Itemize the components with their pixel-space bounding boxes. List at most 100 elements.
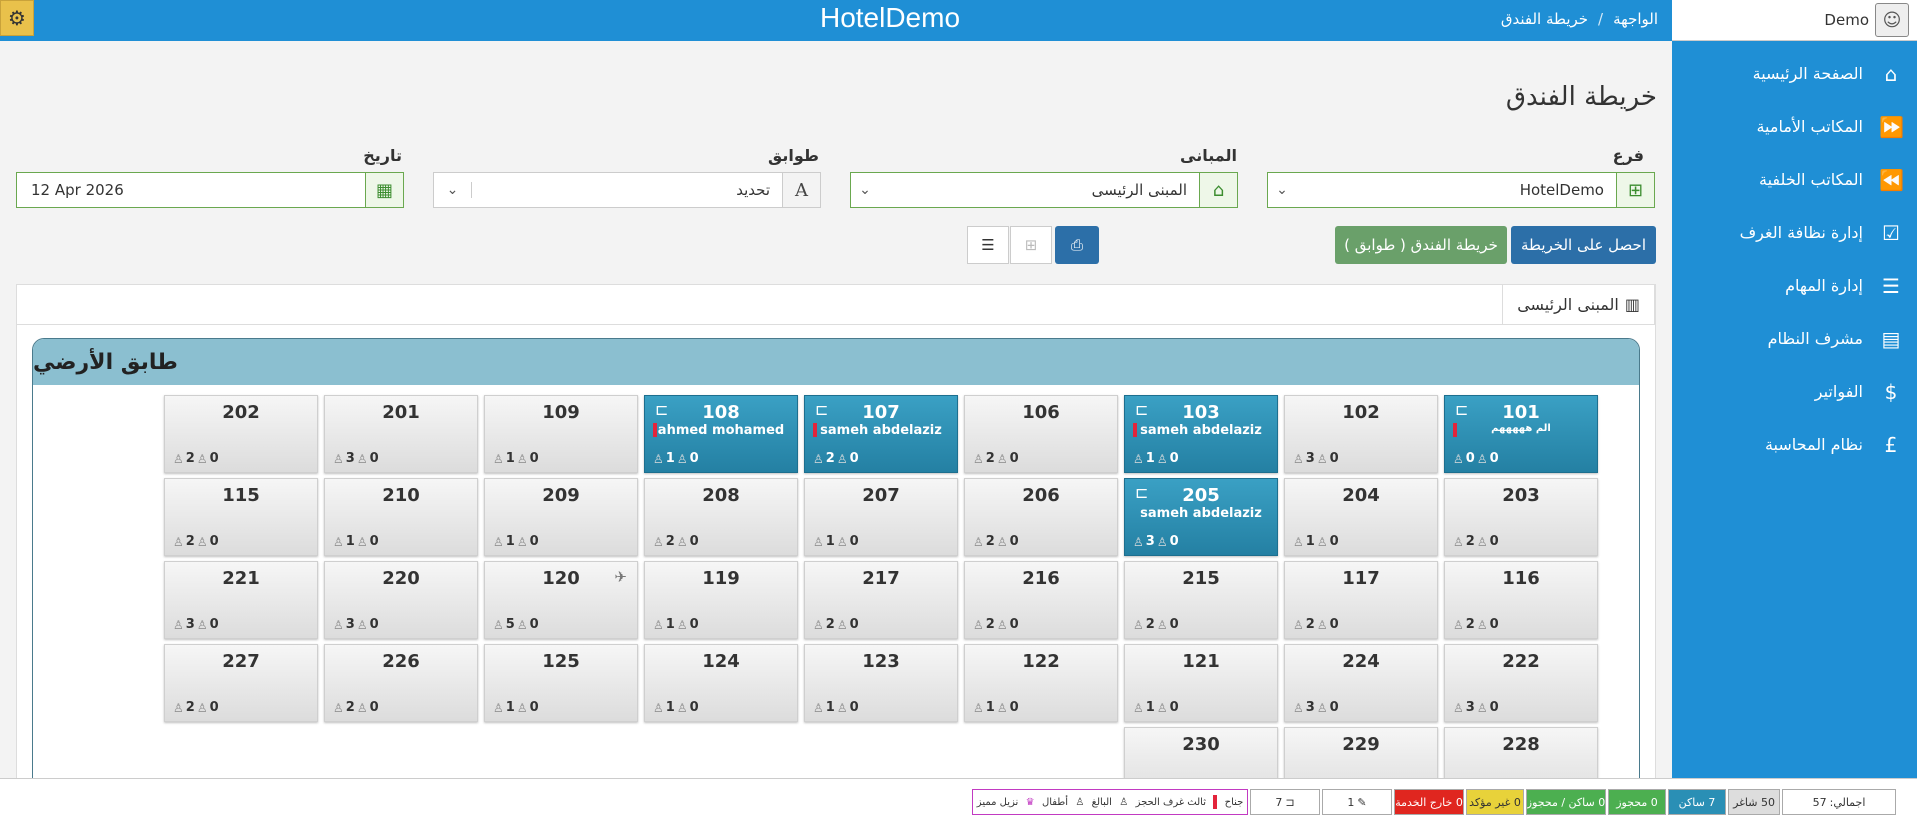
sidebar-item[interactable]: المكاتب الأمامية ⏩ bbox=[1672, 100, 1917, 153]
kid-icon: ♙ bbox=[356, 700, 368, 715]
sidebar-item[interactable]: إدارة المهام ☰ bbox=[1672, 259, 1917, 312]
branch-select[interactable]: ⌄ HotelDemo ⊞ bbox=[1267, 172, 1655, 208]
room-counts: ♙ 1 ♙ 0 bbox=[973, 700, 1019, 715]
door-icon: ⊏ bbox=[815, 400, 829, 419]
room-card[interactable]: 202 ♙ 2 ♙ 0 bbox=[164, 395, 318, 473]
total-value: 57 bbox=[1812, 795, 1827, 809]
adult-icon: ♙ bbox=[493, 700, 504, 715]
adult-icon: ♙ bbox=[1119, 796, 1129, 808]
room-card[interactable]: 124 ♙ 1 ♙ 0 bbox=[644, 644, 798, 722]
room-card[interactable]: 205 ⊏ sameh abdelaziz ♙ 3 ♙ 0 bbox=[1124, 478, 1278, 556]
gear-icon[interactable]: ⚙ bbox=[0, 0, 34, 36]
print-button[interactable]: ⎙ bbox=[1055, 226, 1099, 264]
room-card[interactable]: 107 ⊏ sameh abdelaziz ♙ 2 ♙ 0 bbox=[804, 395, 958, 473]
room-number: 207 bbox=[862, 485, 900, 506]
sidebar-item[interactable]: الصفحة الرئيسية ⌂ bbox=[1672, 47, 1917, 100]
room-card[interactable]: 217 ♙ 2 ♙ 0 bbox=[804, 561, 958, 639]
adult-count: 1 bbox=[1305, 534, 1315, 549]
room-card[interactable]: 106 ♙ 2 ♙ 0 bbox=[964, 395, 1118, 473]
sidebar-item[interactable]: مشرف النظام ▤ bbox=[1672, 312, 1917, 365]
room-card[interactable]: 215 ♙ 2 ♙ 0 bbox=[1124, 561, 1278, 639]
get-map-button[interactable]: احصل على الخريطة bbox=[1511, 226, 1656, 264]
list-icon: ☰ bbox=[981, 236, 995, 254]
room-card[interactable]: 122 ♙ 1 ♙ 0 bbox=[964, 644, 1118, 722]
room-card[interactable]: 204 ♙ 1 ♙ 0 bbox=[1284, 478, 1438, 556]
kid-icon: ♙ bbox=[356, 534, 368, 549]
room-card[interactable]: 210 ♙ 1 ♙ 0 bbox=[324, 478, 478, 556]
adult-count: 0 bbox=[1465, 451, 1475, 466]
room-counts: ♙ 1 ♙ 0 bbox=[653, 617, 699, 632]
adult-icon: ♙ bbox=[813, 451, 824, 466]
floors-select[interactable]: ⌄ تحديد A bbox=[433, 172, 821, 208]
room-counts: ♙ 3 ♙ 0 bbox=[1453, 700, 1499, 715]
kid-icon: ♙ bbox=[1476, 451, 1488, 466]
adult-icon: ♙ bbox=[813, 700, 824, 715]
room-card[interactable]: 103 ⊏ sameh abdelaziz ♙ 1 ♙ 0 bbox=[1124, 395, 1278, 473]
adult-count: 3 bbox=[345, 617, 355, 632]
adult-icon: ♙ bbox=[1133, 451, 1144, 466]
room-card[interactable]: 102 ♙ 3 ♙ 0 bbox=[1284, 395, 1438, 473]
chevron-down-icon: ⌄ bbox=[1276, 182, 1288, 198]
room-number: 222 bbox=[1502, 651, 1540, 672]
room-card[interactable]: 119 ♙ 1 ♙ 0 bbox=[644, 561, 798, 639]
grid-view-button[interactable]: ⊞ bbox=[1010, 226, 1052, 264]
room-card[interactable]: 226 ♙ 2 ♙ 0 bbox=[324, 644, 478, 722]
room-guest: الم هههههم bbox=[1491, 423, 1551, 434]
kid-icon: ♙ bbox=[1156, 534, 1168, 549]
adult-count: 3 bbox=[1145, 534, 1155, 549]
tab-main-building[interactable]: ▥ المبنى الرئيسى bbox=[1502, 284, 1655, 324]
room-card[interactable]: 207 ♙ 1 ♙ 0 bbox=[804, 478, 958, 556]
adult-icon: ♙ bbox=[1293, 534, 1304, 549]
room-card[interactable]: 125 ♙ 1 ♙ 0 bbox=[484, 644, 638, 722]
room-card[interactable]: 216 ♙ 2 ♙ 0 bbox=[964, 561, 1118, 639]
kid-count: 0 bbox=[529, 534, 539, 549]
sidebar-item[interactable]: نظام المحاسبة £ bbox=[1672, 418, 1917, 471]
room-card[interactable]: 206 ♙ 2 ♙ 0 bbox=[964, 478, 1118, 556]
date-field[interactable]: 12 Apr 2026 ▦ bbox=[16, 172, 404, 208]
list-view-button[interactable]: ☰ bbox=[967, 226, 1009, 264]
breadcrumb-home[interactable]: الواجهة bbox=[1613, 10, 1658, 28]
room-card[interactable]: 123 ♙ 1 ♙ 0 bbox=[804, 644, 958, 722]
status-footer: اجمالي: 57 50 شاغر 7 ساكن 0 محجوز 0 ساكن… bbox=[0, 778, 1917, 820]
room-counts: ♙ 2 ♙ 0 bbox=[333, 700, 379, 715]
room-card[interactable]: 117 ♙ 2 ♙ 0 bbox=[1284, 561, 1438, 639]
sidebar: Demo ☺ الصفحة الرئيسية ⌂ المكاتب الأمامية ⏩… bbox=[1672, 0, 1917, 778]
room-number: 109 bbox=[542, 402, 580, 423]
room-card[interactable]: 120 ✈ ♙ 5 ♙ 0 bbox=[484, 561, 638, 639]
kid-icon: ♙ bbox=[996, 451, 1008, 466]
avatar: ☺ bbox=[1875, 3, 1909, 37]
sidebar-item-label: مشرف النظام bbox=[1767, 329, 1863, 348]
room-counts: ♙ 1 ♙ 0 bbox=[493, 700, 539, 715]
sidebar-item[interactable]: إدارة نظافة الغرف ☑ bbox=[1672, 206, 1917, 259]
user-panel[interactable]: Demo ☺ bbox=[1672, 0, 1917, 41]
adult-count: 1 bbox=[665, 451, 675, 466]
room-card[interactable]: 222 ♙ 3 ♙ 0 bbox=[1444, 644, 1598, 722]
room-card[interactable]: 220 ♙ 3 ♙ 0 bbox=[324, 561, 478, 639]
sidebar-item-label: إدارة المهام bbox=[1785, 276, 1863, 295]
room-card[interactable]: 108 ⊏ ahmed mohamed ♙ 1 ♙ 0 bbox=[644, 395, 798, 473]
adult-icon: ♙ bbox=[173, 617, 184, 632]
branch-value: HotelDemo bbox=[1519, 181, 1604, 199]
sidebar-item[interactable]: المكاتب الخلفية ⏪ bbox=[1672, 153, 1917, 206]
calendar-icon[interactable]: ▦ bbox=[365, 173, 403, 207]
room-card[interactable]: 101 ⊏ الم هههههم ♙ 0 ♙ 0 bbox=[1444, 395, 1598, 473]
kid-count: 0 bbox=[1009, 451, 1019, 466]
room-card[interactable]: 203 ♙ 2 ♙ 0 bbox=[1444, 478, 1598, 556]
room-card[interactable]: 209 ♙ 1 ♙ 0 bbox=[484, 478, 638, 556]
room-card[interactable]: 221 ♙ 3 ♙ 0 bbox=[164, 561, 318, 639]
sidebar-menu: الصفحة الرئيسية ⌂ المكاتب الأمامية ⏩ المكاتب… bbox=[1672, 41, 1917, 471]
room-card[interactable]: 201 ♙ 3 ♙ 0 bbox=[324, 395, 478, 473]
room-counts: ♙ 1 ♙ 0 bbox=[653, 451, 699, 466]
room-card[interactable]: 208 ♙ 2 ♙ 0 bbox=[644, 478, 798, 556]
adult-icon: ♙ bbox=[333, 617, 344, 632]
map-floors-button[interactable]: خريطة الفندق ( طوابق ) bbox=[1335, 226, 1507, 264]
room-card[interactable]: 224 ♙ 3 ♙ 0 bbox=[1284, 644, 1438, 722]
room-card[interactable]: 227 ♙ 2 ♙ 0 bbox=[164, 644, 318, 722]
kid-icon: ♙ bbox=[836, 451, 848, 466]
sidebar-item[interactable]: الفواتير $ bbox=[1672, 365, 1917, 418]
room-card[interactable]: 115 ♙ 2 ♙ 0 bbox=[164, 478, 318, 556]
room-card[interactable]: 116 ♙ 2 ♙ 0 bbox=[1444, 561, 1598, 639]
building-select[interactable]: ⌄ المبنى الرئيسى ⌂ bbox=[850, 172, 1238, 208]
room-card[interactable]: 109 ♙ 1 ♙ 0 bbox=[484, 395, 638, 473]
room-card[interactable]: 121 ♙ 1 ♙ 0 bbox=[1124, 644, 1278, 722]
